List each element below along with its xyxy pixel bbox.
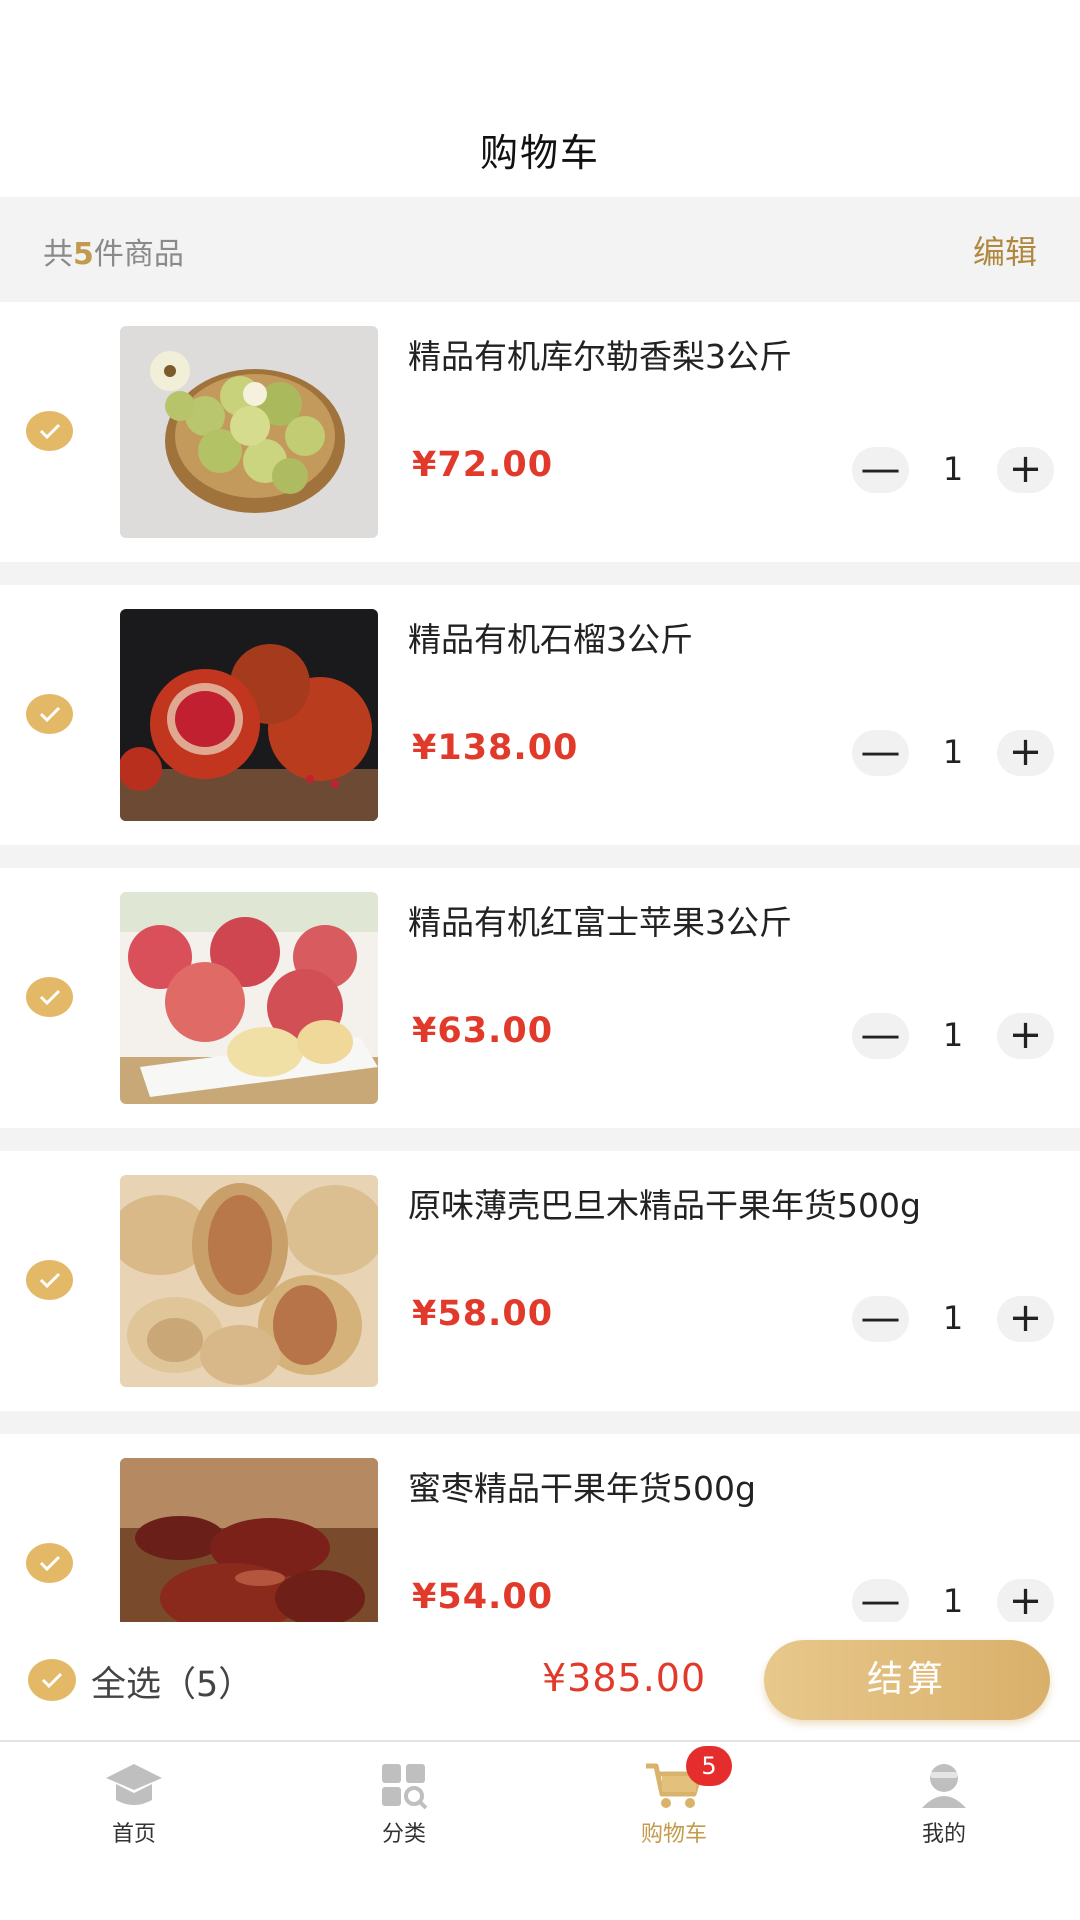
item-checkbox[interactable] [26,411,73,451]
product-image-pear-basket[interactable] [120,326,378,538]
item-count-number: 5 [73,237,94,272]
tab-label: 首页 [111,1822,156,1847]
product-price: ¥63.00 [412,1011,554,1051]
item-divider [0,562,1080,585]
total-price: ¥385.00 [542,1656,707,1700]
quantity-value[interactable]: 1 [909,1582,997,1620]
product-price: ¥54.00 [412,1577,554,1617]
quantity-stepper: — 1 + [852,730,1054,776]
increase-quantity-button[interactable]: + [997,447,1054,493]
product-price: ¥58.00 [412,1294,554,1334]
item-checkbox[interactable] [26,694,73,734]
item-count-prefix: 共 [43,237,73,272]
increase-quantity-button[interactable]: + [997,730,1054,776]
increase-quantity-button[interactable]: + [997,1013,1054,1059]
page-title: 购物车 [479,131,600,175]
cart-item: 精品有机石榴3公斤 ¥138.00 — 1 + [0,585,1080,845]
quantity-stepper: — 1 + [852,447,1054,493]
decrease-quantity-button[interactable]: — [852,447,909,493]
check-icon [39,1555,61,1572]
product-image-almonds[interactable] [120,1175,378,1387]
checkout-bar: 全选（5） ¥385.00 结算 [0,1622,1080,1740]
check-icon [39,706,61,723]
item-checkbox[interactable] [26,1260,73,1300]
product-price: ¥138.00 [412,728,579,768]
title-bar: 购物车 [0,0,1080,197]
edit-button[interactable]: 编辑 [973,227,1037,273]
profile-icon [914,1760,974,1810]
tab-label: 购物车 [640,1822,707,1847]
tab-home[interactable]: 首页 [64,1760,204,1860]
item-divider [0,845,1080,868]
check-icon [41,1672,63,1689]
cart-item-list[interactable]: 精品有机库尔勒香梨3公斤 ¥72.00 — 1 + 精品有机石榴3公斤 ¥138… [0,302,1080,1622]
check-icon [39,423,61,440]
product-name[interactable]: 精品有机红富士苹果3公斤 [408,896,792,944]
item-divider [0,1411,1080,1434]
item-checkbox[interactable] [26,977,73,1017]
bottom-tab-bar: 首页 分类 5 购物车 我的 [0,1740,1080,1920]
decrease-quantity-button[interactable]: — [852,730,909,776]
product-name[interactable]: 精品有机石榴3公斤 [408,613,693,661]
category-icon [374,1760,434,1810]
quantity-value[interactable]: 1 [909,1299,997,1337]
item-checkbox[interactable] [26,1543,73,1583]
quantity-value[interactable]: 1 [909,733,997,771]
product-name[interactable]: 精品有机库尔勒香梨3公斤 [408,330,792,378]
decrease-quantity-button[interactable]: — [852,1013,909,1059]
tab-profile[interactable]: 我的 [874,1760,1014,1860]
product-price: ¥72.00 [412,445,554,485]
product-image-pomegranates[interactable] [120,609,378,821]
increase-quantity-button[interactable]: + [997,1579,1054,1622]
product-name[interactable]: 原味薄壳巴旦木精品干果年货500g [408,1179,921,1227]
quantity-stepper: — 1 + [852,1296,1054,1342]
decrease-quantity-button[interactable]: — [852,1579,909,1622]
product-image-dates[interactable] [120,1458,378,1622]
tab-label: 我的 [921,1822,966,1847]
quantity-stepper: — 1 + [852,1579,1054,1622]
cart-item: 精品有机红富士苹果3公斤 ¥63.00 — 1 + [0,868,1080,1128]
increase-quantity-button[interactable]: + [997,1296,1054,1342]
decrease-quantity-button[interactable]: — [852,1296,909,1342]
quantity-value[interactable]: 1 [909,1016,997,1054]
select-all-label[interactable]: 全选（5） [91,1656,253,1707]
quantity-value[interactable]: 1 [909,450,997,488]
tab-label: 分类 [381,1822,426,1847]
tab-category[interactable]: 分类 [334,1760,474,1860]
check-icon [39,1272,61,1289]
cart-summary-bar: 共5件商品 编辑 [0,197,1080,302]
check-icon [39,989,61,1006]
tab-cart[interactable]: 5 购物车 [604,1746,744,1860]
cart-badge: 5 [686,1746,732,1786]
item-count-text: 共5件商品 [43,229,184,273]
quantity-stepper: — 1 + [852,1013,1054,1059]
select-all-checkbox[interactable] [28,1659,76,1701]
cart-item: 原味薄壳巴旦木精品干果年货500g ¥58.00 — 1 + [0,1151,1080,1411]
home-icon [104,1760,164,1810]
checkout-button[interactable]: 结算 [764,1640,1050,1720]
cart-item: 蜜枣精品干果年货500g ¥54.00 — 1 + [0,1434,1080,1622]
item-count-suffix: 件商品 [93,237,184,272]
cart-page: 购物车 共5件商品 编辑 精品有机库尔勒香梨3公斤 ¥72.00 — 1 + 精… [0,0,1080,1920]
cart-item: 精品有机库尔勒香梨3公斤 ¥72.00 — 1 + [0,302,1080,562]
product-image-red-apples[interactable] [120,892,378,1104]
product-name[interactable]: 蜜枣精品干果年货500g [408,1462,756,1510]
item-divider [0,1128,1080,1151]
